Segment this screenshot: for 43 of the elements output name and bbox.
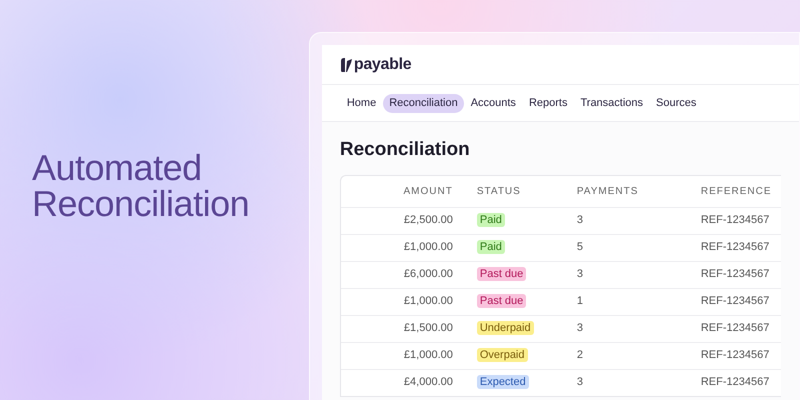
column-header: PAYMENTS: [576, 186, 638, 196]
reference-cell: REF-1234567: [700, 295, 770, 308]
logo-text: payable: [354, 54, 412, 74]
nav-tab[interactable]: Transactions: [574, 94, 650, 112]
status-badge: Underpaid: [476, 321, 534, 336]
reference-cell: REF-1234567: [700, 214, 770, 226]
payments-cell: 5: [576, 241, 583, 254]
column-header: STATUS: [476, 186, 521, 196]
status-badge: Expected: [476, 375, 529, 390]
reference-cell: REF-1234567: [700, 349, 770, 362]
payments-cell: 3: [576, 322, 583, 334]
amount-cell: £1,500.00: [404, 322, 453, 334]
amount-cell: £6,000.00: [404, 268, 453, 280]
status-badge: Paid: [476, 213, 505, 228]
payments-cell: 3: [576, 268, 583, 280]
headline-text: Reconciliation: [32, 186, 250, 222]
amount-cell: £4,000.00: [404, 376, 453, 388]
amount-cell: £1,000.00: [404, 241, 453, 254]
status-badge: Past due: [476, 294, 526, 308]
page-heading: Reconciliation: [340, 138, 471, 162]
headline-text: Automated: [32, 150, 203, 186]
nav-tab[interactable]: Sources: [650, 94, 702, 112]
reference-cell: REF-1234567: [700, 376, 770, 388]
nav-tab[interactable]: Reports: [522, 94, 574, 112]
amount-cell: £2,500.00: [404, 214, 453, 226]
amount-cell: £1,000.00: [404, 295, 453, 308]
nav-tab[interactable]: Reconciliation: [383, 94, 464, 112]
column-header: AMOUNT: [404, 186, 453, 196]
column-header: REFERENCE: [700, 186, 772, 196]
payments-cell: 3: [576, 376, 583, 388]
payments-cell: 3: [576, 214, 583, 226]
reference-cell: REF-1234567: [700, 241, 770, 254]
status-badge: Paid: [476, 240, 505, 254]
status-badge: Past due: [476, 267, 526, 282]
payments-cell: 2: [576, 349, 583, 362]
nav-tab[interactable]: Home: [340, 94, 382, 112]
nav-tab[interactable]: Accounts: [464, 94, 522, 112]
status-badge: Overpaid: [476, 348, 528, 362]
reference-cell: REF-1234567: [700, 322, 770, 334]
payments-cell: 1: [576, 295, 583, 308]
reference-cell: REF-1234567: [700, 268, 770, 280]
amount-cell: £1,000.00: [404, 349, 453, 362]
logo-icon: [340, 58, 352, 72]
